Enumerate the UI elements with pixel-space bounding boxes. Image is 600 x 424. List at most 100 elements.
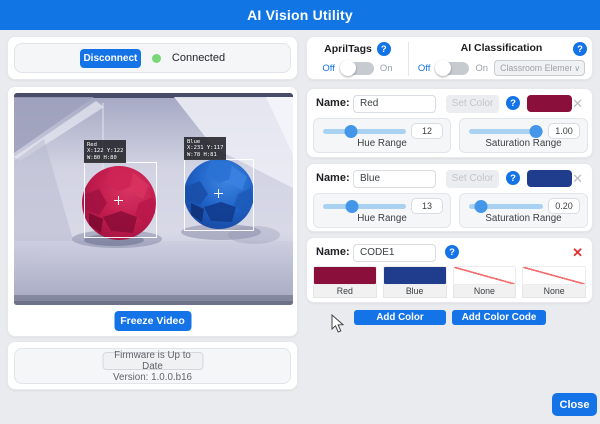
detection-size: W:80 H:80 — [87, 155, 123, 162]
color-panel-header: Name: Set Color ? ✕ — [307, 169, 592, 188]
toggle-knob — [435, 60, 451, 76]
ai-classification-section: AI Classification ? Off On Classroom Ele… — [409, 37, 594, 81]
color-help-icon[interactable]: ? — [506, 96, 520, 110]
hue-slider-thumb[interactable] — [346, 200, 359, 213]
chevron-down-icon: ∨ — [574, 64, 580, 73]
hue-range-box: 13 Hue Range — [313, 193, 451, 228]
apriltags-help-icon[interactable]: ? — [377, 42, 391, 56]
code-slot-1[interactable]: Red — [313, 266, 377, 298]
apriltags-section: AprilTags ? Off On — [307, 37, 408, 81]
apriltags-toggle[interactable] — [341, 62, 374, 75]
remove-color-icon[interactable]: ✕ — [572, 169, 583, 188]
detection-coords: X:231 Y:117 — [187, 145, 223, 152]
hue-range-label: Hue Range — [314, 213, 450, 224]
color-swatch — [527, 170, 572, 187]
code-slot-4[interactable]: None — [522, 266, 586, 298]
hue-slider — [323, 199, 406, 213]
detection-size: W:78 H:81 — [187, 152, 223, 159]
version-label: Version: 1.0.0.b16 — [15, 372, 290, 383]
slot-color — [383, 266, 447, 285]
slot-label: Blue — [383, 285, 447, 298]
feature-toggles-card: AprilTags ? Off On AI Classification ? O… — [306, 36, 593, 80]
ai-classification-toggle[interactable] — [436, 62, 469, 75]
detection-label-blue: Blue X:231 Y:117 W:78 H:81 — [184, 137, 226, 160]
slot-label: None — [453, 285, 517, 298]
add-color-button[interactable]: Add Color — [354, 310, 446, 325]
ai-classification-title: AI Classification — [409, 42, 594, 54]
apriltags-toggle-row: Off On — [307, 60, 408, 76]
color-name-input[interactable] — [353, 170, 436, 188]
ai-classification-help-icon[interactable]: ? — [573, 42, 587, 56]
slot-label: Red — [313, 285, 377, 298]
firmware-card: Firmware is Up to Date Version: 1.0.0.b1… — [7, 341, 298, 390]
color-panel-header: Name: Set Color ? ✕ — [307, 94, 592, 113]
freeze-video-button[interactable]: Freeze Video — [114, 311, 191, 331]
apriltags-on-label: On — [380, 63, 393, 74]
mouse-cursor — [331, 314, 344, 333]
camera-video-feed: Red X:122 Y:122 W:80 H:80 Blue X:231 Y:1… — [14, 93, 293, 305]
color-code-header: Name: ? ✕ — [307, 243, 592, 262]
code-slot-2[interactable]: Blue — [383, 266, 447, 298]
hue-range-box: 12 Hue Range — [313, 118, 451, 153]
set-color-button[interactable]: Set Color — [446, 95, 499, 113]
firmware-status-button[interactable]: Firmware is Up to Date — [102, 352, 203, 370]
saturation-slider-thumb[interactable] — [529, 125, 542, 138]
close-button[interactable]: Close — [552, 393, 597, 416]
saturation-slider-thumb[interactable] — [474, 200, 487, 213]
crosshair-red — [114, 196, 123, 205]
hue-slider — [323, 124, 406, 138]
title-bar: AI Vision Utility — [0, 0, 600, 30]
slot-color — [313, 266, 377, 285]
remove-color-icon[interactable]: ✕ — [572, 94, 583, 113]
add-color-code-button[interactable]: Add Color Code — [452, 310, 546, 325]
slot-none-diagonal — [522, 266, 586, 285]
connection-status-dot — [152, 54, 161, 63]
remove-code-icon[interactable]: ✕ — [572, 243, 583, 262]
crosshair-blue — [214, 189, 223, 198]
hue-value: 12 — [411, 123, 443, 139]
detection-label-red: Red X:122 Y:122 W:80 H:80 — [84, 140, 126, 163]
code-slot-3[interactable]: None — [453, 266, 517, 298]
disconnect-button[interactable]: Disconnect — [80, 49, 141, 68]
connection-row: Disconnect Connected — [14, 43, 291, 73]
hue-slider-thumb[interactable] — [345, 125, 358, 138]
ai-classification-on-label: On — [475, 63, 488, 74]
saturation-range-label: Saturation Range — [460, 138, 587, 149]
toggle-knob — [340, 60, 356, 76]
classification-dropdown-value: Classroom Elements — [500, 63, 572, 73]
saturation-range-label: Saturation Range — [460, 213, 587, 224]
color-name-input[interactable] — [353, 95, 436, 113]
slot-label: None — [522, 285, 586, 298]
color-panel-red: Name: Set Color ? ✕ 12 Hue Range 1.00 Sa… — [306, 88, 593, 158]
page-title: AI Vision Utility — [247, 7, 353, 23]
set-color-button[interactable]: Set Color — [446, 170, 499, 188]
color-panel-blue: Name: Set Color ? ✕ 13 Hue Range 0.20 Sa… — [306, 163, 593, 232]
color-help-icon[interactable]: ? — [506, 171, 520, 185]
slider-track[interactable] — [323, 129, 406, 134]
name-label: Name: — [316, 169, 350, 188]
connection-status-label: Connected — [172, 52, 225, 64]
slider-track[interactable] — [323, 204, 406, 209]
saturation-slider — [469, 124, 543, 138]
hue-range-label: Hue Range — [314, 138, 450, 149]
code-name-input[interactable] — [353, 244, 436, 262]
hue-value: 13 — [411, 198, 443, 214]
connection-card: Disconnect Connected — [7, 36, 298, 80]
color-swatch — [527, 95, 572, 112]
saturation-slider — [469, 199, 543, 213]
saturation-value: 1.00 — [548, 123, 580, 139]
classification-dropdown[interactable]: Classroom Elements ∨ — [494, 60, 585, 76]
apriltags-header: AprilTags ? — [307, 42, 408, 56]
ai-classification-toggle-row: Off On Classroom Elements ∨ — [409, 60, 594, 76]
firmware-box: Firmware is Up to Date Version: 1.0.0.b1… — [14, 348, 291, 384]
detection-coords: X:122 Y:122 — [87, 148, 123, 155]
apriltags-title: AprilTags — [324, 43, 372, 55]
saturation-range-box: 1.00 Saturation Range — [459, 118, 588, 153]
color-code-panel: Name: ? ✕ Red Blue None None — [306, 237, 593, 303]
code-help-icon[interactable]: ? — [445, 245, 459, 259]
apriltags-off-label: Off — [322, 63, 335, 74]
ai-classification-off-label: Off — [418, 63, 431, 74]
saturation-range-box: 0.20 Saturation Range — [459, 193, 588, 228]
video-card: Red X:122 Y:122 W:80 H:80 Blue X:231 Y:1… — [7, 86, 298, 337]
saturation-value: 0.20 — [548, 198, 580, 214]
